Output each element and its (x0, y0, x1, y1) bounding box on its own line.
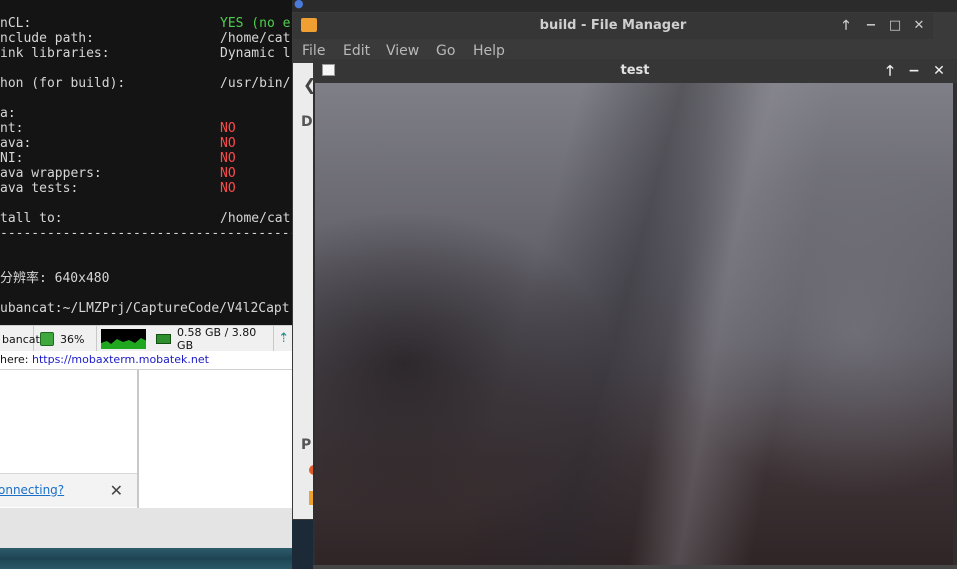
terminal-line: ubancat:~/LMZPrj/CaptureCode/V4l2Capt (0, 301, 290, 316)
terminal-line: nCL: YES (no e (0, 16, 290, 31)
ram-icon (156, 334, 172, 344)
terminal-line-label: nt: (0, 121, 24, 136)
sidebar-places-label: P (301, 437, 312, 453)
terminal-line-value: NO (220, 121, 236, 136)
terminal-line-value: Dynamic l (220, 46, 291, 61)
terminal-output[interactable]: nCL: YES (no e nclude path:/home/cat ink li… (0, 0, 292, 325)
network-graph (101, 329, 147, 349)
camera-frame (315, 83, 953, 565)
file-manager-titlebar[interactable]: build - File Manager 🡑 − □ ✕ (293, 13, 933, 39)
terminal-line-label: ---------------------------------------- (0, 226, 292, 241)
fm-close-icon[interactable]: ✕ (910, 13, 928, 39)
info-prefix: here: (0, 353, 32, 366)
terminal-line-label: 分辨率: 640x480 (0, 271, 110, 286)
fm-maximize-icon[interactable]: □ (886, 13, 904, 39)
info-bar: here: https://mobaxterm.mobatek.net (0, 351, 292, 370)
terminal-line: tall to: /home/cat (0, 211, 290, 226)
terminal-line: ava: NO (0, 136, 236, 151)
terminal-line-label: nCL: (0, 16, 32, 31)
terminal-line-value: NO (220, 136, 236, 151)
terminal-line-value: NO (220, 151, 236, 166)
cpu-value: 36% (60, 332, 85, 346)
terminal-line: nt: NO (0, 121, 236, 136)
terminal-line-value: NO (220, 166, 236, 181)
fm-minimize-icon[interactable]: − (862, 13, 880, 39)
tw-minimize-icon[interactable]: − (905, 59, 923, 83)
terminal-line: hon (for build): /usr/bin/ (0, 76, 290, 91)
terminal-line-label: ava: (0, 136, 32, 151)
notification-bar: onnecting? ✕ (0, 473, 137, 507)
terminal-line-label: ink libraries: (0, 46, 110, 61)
close-icon[interactable]: ✕ (110, 474, 123, 507)
terminal-line-label: NI: (0, 151, 24, 166)
sidebar-devices-label: D (301, 114, 313, 130)
terminal-line: a: (0, 106, 16, 121)
file-manager-title: build - File Manager (539, 18, 687, 33)
fm-maximize-up-icon[interactable]: 🡑 (837, 13, 855, 39)
mobaxterm-status-bar: bancat 36% 0.58 GB / 3.80 GB ⇡ (0, 325, 292, 353)
terminal-line-value: /home/cat (220, 31, 291, 46)
terminal-line: ava wrappers: NO (0, 166, 236, 181)
status-host: bancat (0, 326, 40, 352)
ram-value: 0.58 GB / 3.80 GB (177, 326, 257, 352)
terminal-line: nclude path: /home/cat (0, 31, 290, 46)
tw-close-icon[interactable]: ✕ (930, 59, 948, 83)
test-window-bottom-border (313, 565, 957, 569)
mobaxterm-link[interactable]: https://mobaxterm.mobatek.net (32, 353, 209, 366)
menu-file[interactable]: File (302, 43, 325, 59)
terminal-line-label: ubancat:~/LMZPrj/CaptureCode/V4l2Capt (0, 301, 290, 316)
terminal-line-value: YES (no e (220, 16, 291, 31)
terminal-line-value: /home/cat (220, 211, 291, 226)
menu-go[interactable]: Go (436, 43, 455, 59)
terminal-line-label: ava tests: (0, 181, 79, 196)
menu-view[interactable]: View (386, 43, 419, 59)
taskbar: ● (292, 0, 957, 12)
status-cpu: 36% (34, 326, 98, 352)
desktop-wallpaper (0, 548, 292, 569)
test-window: test 🡑 − ✕ (313, 59, 957, 569)
terminal-line: NI: NO (0, 151, 236, 166)
terminal-line: ---------------------------------------- (0, 226, 292, 241)
terminal-line-label: nclude path: (0, 31, 94, 46)
test-window-titlebar[interactable]: test 🡑 − ✕ (313, 59, 957, 83)
status-ram: 0.58 GB / 3.80 GB (150, 326, 275, 352)
terminal-line-label: a: (0, 106, 16, 121)
folder-icon (301, 18, 317, 32)
tw-maximize-up-icon[interactable]: 🡑 (881, 59, 899, 83)
terminal-line-value: NO (220, 181, 236, 196)
cpu-icon (40, 332, 54, 346)
menu-edit[interactable]: Edit (343, 43, 370, 59)
test-window-title: test (620, 63, 650, 78)
network-graph-svg (101, 338, 147, 349)
terminal-line: ava tests: NO (0, 181, 236, 196)
terminal-line-label: tall to: (0, 211, 63, 226)
panel-footer (0, 508, 292, 548)
connecting-link[interactable]: onnecting? (0, 483, 64, 497)
menu-help[interactable]: Help (473, 43, 505, 59)
window-icon (322, 64, 335, 76)
app-launcher-icon[interactable]: ● (294, 0, 304, 10)
terminal-line: 分辨率: 640x480 (0, 271, 109, 286)
terminal-line: ink libraries: Dynamic l (0, 46, 290, 61)
terminal-line-label: hon (for build): (0, 76, 126, 91)
terminal-line-value: /usr/bin/ (220, 76, 291, 91)
right-panel (139, 370, 292, 508)
upload-icon: ⇡ (278, 331, 290, 346)
terminal-line-label: ava wrappers: (0, 166, 102, 181)
